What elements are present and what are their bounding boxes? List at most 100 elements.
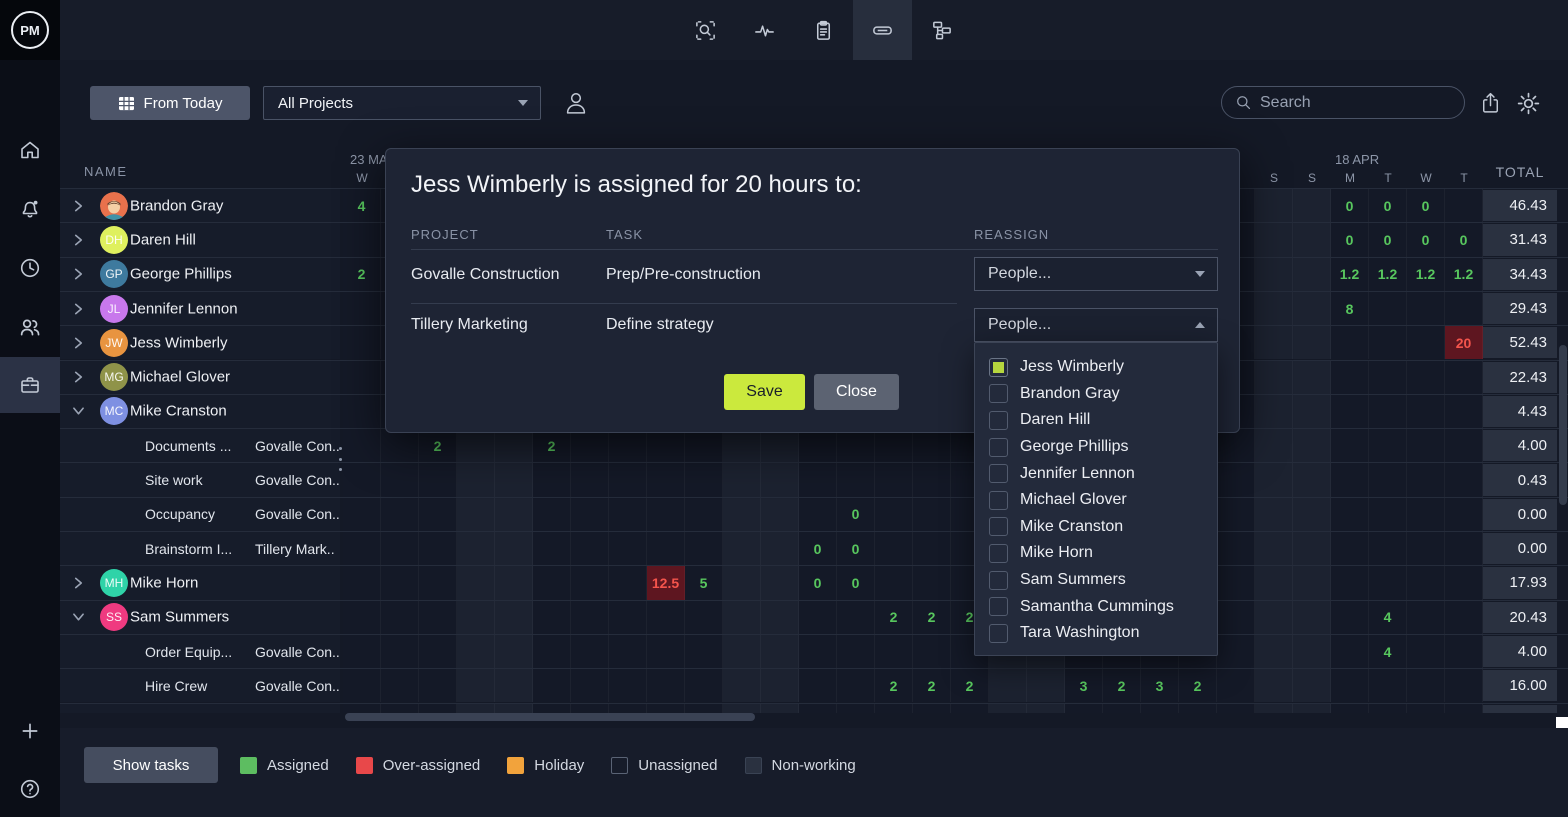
day-cell[interactable] — [685, 601, 723, 634]
day-cell[interactable] — [381, 429, 419, 462]
day-cell[interactable] — [1255, 704, 1293, 714]
day-cell[interactable] — [343, 463, 381, 496]
projects-briefcase-icon[interactable] — [0, 357, 60, 413]
day-cell[interactable] — [495, 704, 533, 714]
day-cell[interactable]: 2 — [875, 669, 913, 702]
day-cell[interactable]: 2 — [343, 258, 381, 291]
day-cell[interactable] — [875, 498, 913, 531]
person-option[interactable]: Brandon Gray — [975, 381, 1217, 408]
day-cell[interactable] — [1331, 429, 1369, 462]
day-cell[interactable] — [647, 704, 685, 714]
day-cell[interactable] — [343, 361, 381, 394]
person-checkbox[interactable] — [989, 597, 1008, 616]
day-cell[interactable] — [1255, 635, 1293, 668]
day-cell[interactable] — [723, 498, 761, 531]
day-cell[interactable] — [419, 601, 457, 634]
day-cell[interactable] — [343, 223, 381, 256]
day-cell[interactable] — [343, 601, 381, 634]
day-cell[interactable] — [1141, 704, 1179, 714]
person-filter-icon[interactable] — [558, 84, 594, 122]
day-cell[interactable] — [1331, 326, 1369, 359]
day-cell[interactable]: 2 — [533, 429, 571, 462]
day-cell[interactable] — [1407, 395, 1445, 428]
day-cell[interactable]: 0 — [837, 566, 875, 599]
day-cell[interactable] — [1255, 395, 1293, 428]
schedule-row-person[interactable]: 12.550017.93MHMike Horn — [60, 565, 1568, 599]
day-cell[interactable] — [1445, 292, 1483, 325]
day-cell[interactable] — [1217, 498, 1255, 531]
day-cell[interactable] — [1445, 566, 1483, 599]
day-cell[interactable] — [1445, 704, 1483, 714]
person-checkbox[interactable] — [989, 411, 1008, 430]
schedule-row-task[interactable]: Site workGovalle Con — [60, 703, 1568, 714]
day-cell[interactable] — [343, 498, 381, 531]
horizontal-scrollbar[interactable] — [345, 713, 755, 721]
day-cell[interactable] — [457, 669, 495, 702]
help-icon[interactable] — [0, 761, 60, 817]
day-cell[interactable] — [1445, 635, 1483, 668]
day-cell[interactable] — [1293, 258, 1331, 291]
day-cell[interactable] — [571, 566, 609, 599]
day-cell[interactable] — [913, 532, 951, 565]
person-option[interactable]: Tara Washington — [975, 620, 1217, 647]
day-cell[interactable] — [1179, 704, 1217, 714]
day-cell[interactable] — [343, 292, 381, 325]
day-cell[interactable] — [1255, 326, 1293, 359]
day-cell[interactable] — [837, 601, 875, 634]
day-cell[interactable]: 1.2 — [1369, 258, 1407, 291]
day-cell[interactable] — [913, 566, 951, 599]
day-cell[interactable] — [457, 532, 495, 565]
day-cell[interactable] — [1293, 704, 1331, 714]
day-cell[interactable] — [1255, 566, 1293, 599]
person-option[interactable]: Mike Cranston — [975, 514, 1217, 541]
day-cell[interactable] — [1331, 463, 1369, 496]
day-cell[interactable] — [685, 635, 723, 668]
day-cell[interactable] — [1445, 498, 1483, 531]
day-cell[interactable] — [571, 429, 609, 462]
day-cell[interactable] — [381, 704, 419, 714]
day-cell[interactable] — [1217, 635, 1255, 668]
add-plus-icon[interactable] — [0, 703, 60, 759]
day-cell[interactable] — [571, 532, 609, 565]
person-option[interactable]: Jennifer Lennon — [975, 460, 1217, 487]
day-cell[interactable]: 0 — [1445, 223, 1483, 256]
day-cell[interactable] — [1293, 498, 1331, 531]
day-cell[interactable] — [1407, 361, 1445, 394]
day-cell[interactable] — [495, 635, 533, 668]
day-cell[interactable] — [837, 704, 875, 714]
day-cell[interactable] — [1407, 566, 1445, 599]
day-cell[interactable] — [1331, 635, 1369, 668]
day-cell[interactable] — [837, 635, 875, 668]
person-option[interactable]: Daren Hill — [975, 407, 1217, 434]
day-cell[interactable] — [1217, 566, 1255, 599]
day-cell[interactable] — [457, 566, 495, 599]
day-cell[interactable] — [1369, 498, 1407, 531]
day-cell[interactable]: 1.2 — [1407, 258, 1445, 291]
column-resize-handle[interactable] — [339, 447, 344, 471]
day-cell[interactable] — [1331, 601, 1369, 634]
day-cell[interactable] — [457, 429, 495, 462]
day-cell[interactable]: 1.2 — [1445, 258, 1483, 291]
day-cell[interactable] — [1027, 669, 1065, 702]
day-cell[interactable] — [1445, 189, 1483, 222]
day-cell[interactable]: 20 — [1445, 326, 1483, 359]
day-cell[interactable] — [1255, 258, 1293, 291]
day-cell[interactable] — [799, 669, 837, 702]
day-cell[interactable] — [1445, 532, 1483, 565]
day-cell[interactable]: 0 — [1407, 189, 1445, 222]
day-cell[interactable] — [1293, 429, 1331, 462]
day-cell[interactable] — [761, 429, 799, 462]
day-cell[interactable] — [1255, 223, 1293, 256]
day-cell[interactable] — [913, 704, 951, 714]
person-checkbox[interactable] — [989, 571, 1008, 590]
day-cell[interactable] — [1445, 601, 1483, 634]
reassign-select-row2[interactable]: People... — [974, 308, 1218, 342]
day-cell[interactable] — [1445, 463, 1483, 496]
schedule-row-task[interactable]: 00.00OccupancyGovalle Con.. — [60, 497, 1568, 531]
day-cell[interactable] — [495, 463, 533, 496]
reassign-select-row1[interactable]: People... — [974, 257, 1218, 291]
day-cell[interactable] — [685, 669, 723, 702]
day-cell[interactable] — [1255, 669, 1293, 702]
day-cell[interactable] — [1369, 395, 1407, 428]
day-cell[interactable]: 12.5 — [647, 566, 685, 599]
